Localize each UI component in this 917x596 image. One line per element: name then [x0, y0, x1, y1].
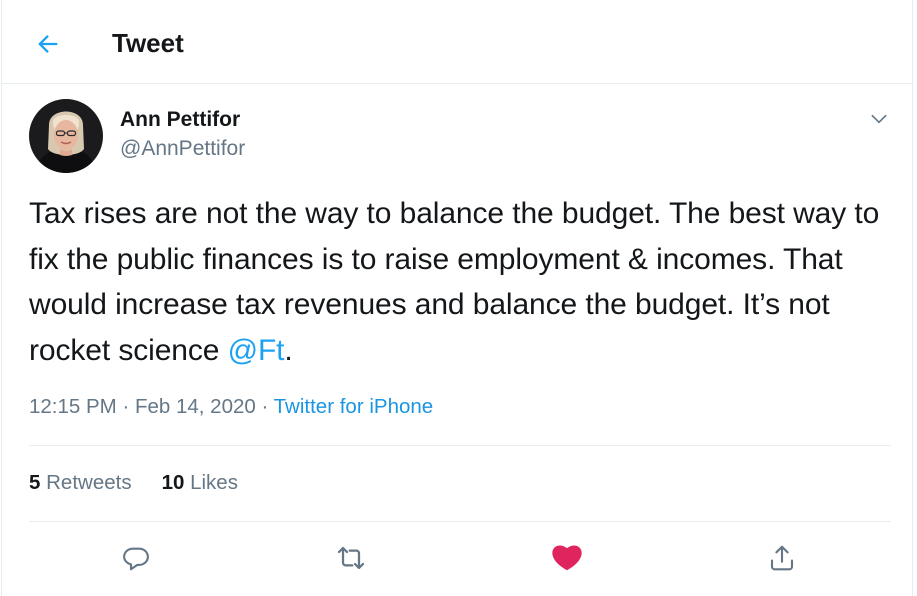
meta-separator: · — [255, 395, 274, 418]
likes-count: 10 — [161, 471, 185, 494]
meta-separator: · — [116, 395, 135, 418]
tweet-text: Tax rises are not the way to balance the… — [29, 191, 899, 373]
more-options-button[interactable] — [864, 104, 894, 134]
divider — [29, 445, 891, 446]
heart-icon — [552, 545, 582, 571]
page-title: Tweet — [112, 28, 184, 58]
tweet-time[interactable]: 12:15 PM — [29, 395, 117, 418]
avatar-image — [29, 99, 103, 173]
chevron-down-icon — [871, 114, 887, 124]
retweets-stat[interactable]: 5 Retweets — [29, 469, 132, 497]
tweet-text-body: Tax rises are not the way to balance the… — [29, 197, 880, 367]
divider — [29, 521, 891, 522]
mention-link[interactable]: @Ft — [228, 334, 285, 367]
share-icon — [770, 545, 794, 571]
likes-stat[interactable]: 10 Likes — [162, 469, 238, 497]
tweet-meta: 12:15 PM · Feb 14, 2020 · Twitter for iP… — [29, 393, 433, 421]
likes-label: Likes — [190, 471, 238, 494]
avatar[interactable] — [29, 99, 103, 173]
retweets-count: 5 — [29, 471, 41, 494]
tweet-source-link[interactable]: Twitter for iPhone — [274, 395, 434, 418]
arrow-left-icon — [38, 35, 58, 53]
like-button[interactable] — [549, 540, 585, 576]
page-header: Tweet — [2, 0, 912, 84]
tweet-date[interactable]: Feb 14, 2020 — [135, 395, 256, 418]
retweets-label: Retweets — [46, 471, 132, 494]
tweet-page: Tweet Ann Pettifor @AnnPettifor Tax rise… — [1, 0, 913, 596]
author-handle[interactable]: @AnnPettifor — [120, 136, 245, 162]
retweet-button[interactable] — [333, 540, 369, 576]
retweet-icon — [337, 546, 365, 570]
reply-icon — [123, 547, 149, 571]
back-button[interactable] — [30, 26, 66, 62]
tweet-stats: 5 Retweets 10 Likes — [29, 469, 238, 497]
reply-button[interactable] — [118, 540, 154, 576]
share-button[interactable] — [764, 540, 800, 576]
author-name[interactable]: Ann Pettifor — [120, 107, 240, 133]
tweet-text-end: . — [284, 333, 293, 367]
